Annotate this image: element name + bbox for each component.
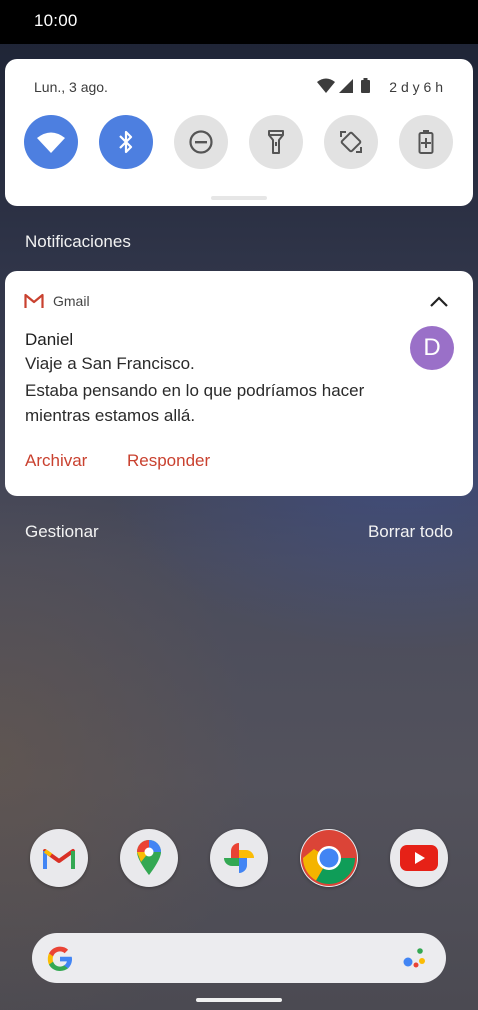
gmail-icon [24,293,44,308]
dock-gmail-icon[interactable] [30,829,88,887]
flashlight-tile[interactable] [249,115,303,169]
dock-photos-icon[interactable] [210,829,268,887]
google-search-bar[interactable] [32,933,446,983]
notification-body: Estaba pensando en lo que podríamos hace… [25,381,365,425]
auto-rotate-tile[interactable] [324,115,378,169]
status-clock: 10:00 [34,11,78,30]
chevron-up-icon[interactable] [428,293,450,309]
notifications-section-title: Notificaciones [25,232,131,251]
status-bar: 10:00 [0,0,478,44]
gesture-navigation-bar[interactable] [196,998,282,1002]
bluetooth-tile[interactable] [99,115,153,169]
cell-signal-icon [339,79,353,93]
qs-battery-remaining: 2 d y 6 h [389,79,443,95]
notification-sender: Daniel [25,330,74,349]
clear-all-button[interactable]: Borrar todo [368,522,453,542]
wifi-icon [37,132,65,153]
notification-app-name: Gmail [53,293,90,309]
battery-icon [361,80,370,93]
quick-settings-panel: Lun., 3 ago. 2 d y 6 h [5,59,473,206]
dock-maps-icon[interactable] [120,829,178,887]
qs-drag-handle[interactable] [211,196,267,200]
gmail-notification-card[interactable]: Gmail Daniel Viaje a San Francisco. Esta… [5,271,473,496]
manage-notifications-button[interactable]: Gestionar [25,522,99,542]
do-not-disturb-tile[interactable] [174,115,228,169]
dock-chrome-icon[interactable] [300,829,358,887]
flashlight-icon [268,130,284,154]
battery-saver-icon [418,130,434,154]
do-not-disturb-icon [189,130,213,154]
wifi-signal-icon [317,78,335,93]
wifi-tile[interactable] [24,115,78,169]
battery-saver-tile[interactable] [399,115,453,169]
notification-subject: Viaje a San Francisco. [25,354,195,373]
qs-date[interactable]: Lun., 3 ago. [34,79,108,95]
reply-button[interactable]: Responder [127,451,210,471]
bluetooth-icon [119,130,133,154]
assistant-icon[interactable] [402,947,428,969]
archive-button[interactable]: Archivar [25,451,87,471]
qs-status-icons [317,78,370,93]
google-g-icon [47,946,72,971]
auto-rotate-icon [340,131,362,153]
dock-youtube-icon[interactable] [390,829,448,887]
sender-avatar: D [410,326,454,370]
